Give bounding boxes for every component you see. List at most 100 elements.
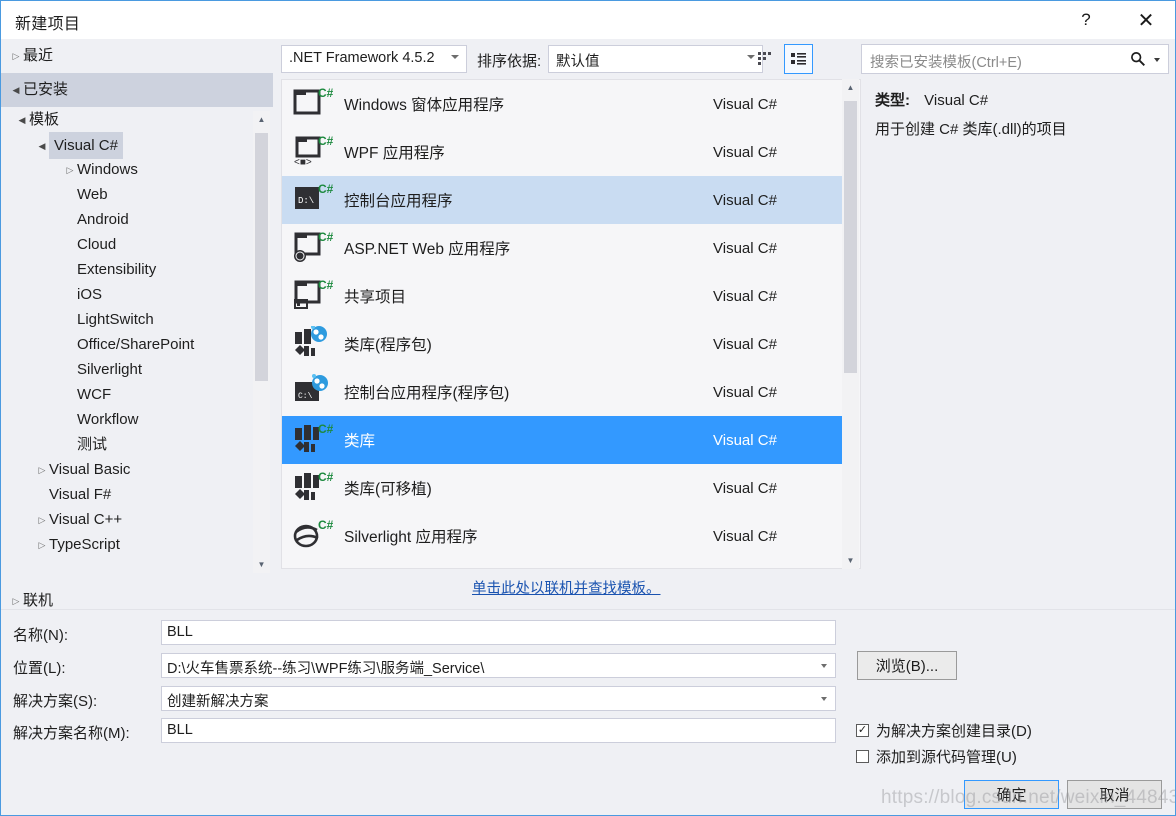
checkbox-checked-icon[interactable]: ✓ <box>856 724 869 737</box>
tree-item-online[interactable]: ▷ 联机 <box>1 584 53 609</box>
tree-item-typescript[interactable]: ▷ TypeScript <box>1 532 273 557</box>
tree-scrollbar[interactable]: ▲ ▼ <box>253 111 270 573</box>
tree-item-label: Cloud <box>77 236 117 253</box>
chevron-right-icon: ▷ <box>66 165 74 175</box>
cancel-button[interactable]: 取消 <box>1067 780 1162 809</box>
portable-class-library-icon: C# <box>290 468 336 508</box>
template-language: Visual C# <box>713 95 777 113</box>
template-list-item[interactable]: C# Silverlight 应用程序 Visual C# <box>282 512 843 560</box>
chevron-down-icon[interactable] <box>1154 58 1160 62</box>
wpf-icon: <■> C# <box>290 132 336 172</box>
tree-item-office-sharepoint[interactable]: Office/SharePoint <box>1 332 273 357</box>
tree-item-android[interactable]: Android <box>1 207 273 232</box>
name-input[interactable]: BLL <box>161 620 836 645</box>
solution-name-input[interactable]: BLL <box>161 718 836 743</box>
tree-item-windows[interactable]: ▷ Windows <box>1 157 273 182</box>
console-package-icon: C:\ <box>290 372 336 412</box>
tree-item-lightswitch[interactable]: LightSwitch <box>1 307 273 332</box>
tree-item-recent[interactable]: ▷ 最近 <box>1 39 273 73</box>
close-icon[interactable]: ✕ <box>1123 1 1169 39</box>
scroll-down-icon[interactable]: ▼ <box>253 556 270 573</box>
chevron-down-icon[interactable] <box>821 664 827 668</box>
search-icon[interactable] <box>1130 51 1146 72</box>
template-name: ASP.NET Web 应用程序 <box>344 241 511 258</box>
tree-item-extensibility[interactable]: Extensibility <box>1 257 273 282</box>
search-input[interactable]: 搜索已安装模板(Ctrl+E) <box>861 44 1169 74</box>
tree-item-templates[interactable]: ◀ 模板 <box>1 107 273 132</box>
tree-item-label: LightSwitch <box>77 311 154 328</box>
tree-item-online-label: 联机 <box>23 592 54 609</box>
template-toolbar: .NET Framework 4.5.2 排序依据: 默认值 <box>281 44 861 75</box>
svg-text:C#: C# <box>318 518 333 532</box>
template-list-item[interactable]: C:\ 控制台应用程序(程序包) Visual C# <box>282 368 843 416</box>
tree-item-silverlight[interactable]: Silverlight <box>1 357 273 382</box>
source-control-checkbox[interactable]: 添加到源代码管理(U) <box>856 746 1017 767</box>
find-online-templates-link[interactable]: 单击此处以联机并查找模板。 <box>472 577 661 598</box>
framework-version-select[interactable]: .NET Framework 4.5.2 <box>281 45 467 73</box>
tree-item-visual-c[interactable]: ◀ Visual C# <box>1 132 273 159</box>
tree-item-cloud[interactable]: Cloud <box>1 232 273 257</box>
tree-item-installed-label: 已安装 <box>23 81 69 98</box>
template-list-item[interactable]: C# 类库(可移植) Visual C# <box>282 464 843 512</box>
tree-item-installed[interactable]: ◀ 已安装 <box>1 73 273 107</box>
tree-item-visual-f[interactable]: Visual F# <box>1 482 273 507</box>
tree-item-visual-c[interactable]: ▷ Visual C++ <box>1 507 273 532</box>
browse-button[interactable]: 浏览(B)... <box>857 651 957 680</box>
template-name: WPF 应用程序 <box>344 145 445 162</box>
tree-item-[interactable]: 测试 <box>1 432 273 457</box>
silverlight-icon: C# <box>290 516 336 556</box>
template-list[interactable]: C# Windows 窗体应用程序 Visual C# <■> C# WPF 应用程序 Vi… <box>281 79 861 569</box>
chevron-down-icon: ◀ <box>38 141 46 151</box>
help-icon[interactable]: ? <box>1063 1 1109 39</box>
scroll-up-icon[interactable]: ▲ <box>842 79 859 96</box>
template-list-item[interactable]: C# ASP.NET Web 应用程序 Visual C# <box>282 224 843 272</box>
tree-item-label: TypeScript <box>49 536 120 553</box>
template-language: Visual C# <box>713 479 777 497</box>
tree-spacer-icon <box>63 183 77 208</box>
dialog-title: 新建项目 <box>15 16 81 33</box>
tree-item-label: Web <box>77 186 108 203</box>
solution-select[interactable]: 创建新解决方案 <box>161 686 836 711</box>
list-view-icon[interactable] <box>784 44 813 74</box>
name-value: BLL <box>167 624 193 640</box>
description-type-label: 类型: <box>875 92 910 109</box>
location-value: D:\火车售票系统--练习\WPF练习\服务端_Service\ <box>167 661 485 677</box>
template-list-scrollbar-thumb[interactable] <box>844 101 857 373</box>
tree-item-label: Visual C# <box>49 132 123 159</box>
svg-text:C#: C# <box>318 470 333 484</box>
tiles-view-icon[interactable] <box>751 44 780 74</box>
chevron-right-icon: ▷ <box>38 540 46 550</box>
tree-item-ios[interactable]: iOS <box>1 282 273 307</box>
ok-button[interactable]: 确定 <box>964 780 1059 809</box>
tree-scrollbar-thumb[interactable] <box>255 133 268 381</box>
template-list-item[interactable]: 类库(程序包) Visual C# <box>282 320 843 368</box>
checkbox-unchecked-icon[interactable] <box>856 750 869 763</box>
template-list-item[interactable]: C# 类库 Visual C# <box>282 416 843 464</box>
template-list-item[interactable]: <■> C# WPF 应用程序 Visual C# <box>282 128 843 176</box>
tree-item-web[interactable]: Web <box>1 182 273 207</box>
template-list-item[interactable]: C# Windows 窗体应用程序 Visual C# <box>282 80 843 128</box>
sort-by-select[interactable]: 默认值 <box>548 45 763 73</box>
scroll-down-icon[interactable]: ▼ <box>842 552 859 569</box>
svg-text:C#: C# <box>318 86 333 100</box>
scroll-up-icon[interactable]: ▲ <box>253 111 270 128</box>
shared-project-icon: C# <box>290 276 336 316</box>
tree-item-visual-basic[interactable]: ▷ Visual Basic <box>1 457 273 482</box>
chevron-down-icon[interactable] <box>821 697 827 701</box>
tree-item-wcf[interactable]: WCF <box>1 382 273 407</box>
template-list-item[interactable]: D:\ C# 控制台应用程序 Visual C# <box>282 176 843 224</box>
svg-text:C#: C# <box>318 134 333 148</box>
class-library-icon: C# <box>290 420 336 460</box>
chevron-right-icon: ▷ <box>38 465 46 475</box>
template-list-scrollbar[interactable]: ▲ ▼ <box>842 79 859 569</box>
tree-item-label: Workflow <box>77 411 139 428</box>
template-list-item[interactable]: C# 共享项目 Visual C# <box>282 272 843 320</box>
create-directory-checkbox[interactable]: ✓ 为解决方案创建目录(D) <box>856 720 1032 741</box>
svg-text:<■>: <■> <box>294 157 312 168</box>
tree-item-workflow[interactable]: Workflow <box>1 407 273 432</box>
aspnet-web-icon: C# <box>290 228 336 268</box>
template-name: 共享项目 <box>344 289 407 306</box>
tree-spacer-icon <box>63 258 77 283</box>
template-category-tree[interactable]: ▷ 最近 ◀ 已安装 ◀ 模板 ◀ Visual C# ▷ Windows Web Andr… <box>1 39 273 609</box>
location-input[interactable]: D:\火车售票系统--练习\WPF练习\服务端_Service\ <box>161 653 836 678</box>
